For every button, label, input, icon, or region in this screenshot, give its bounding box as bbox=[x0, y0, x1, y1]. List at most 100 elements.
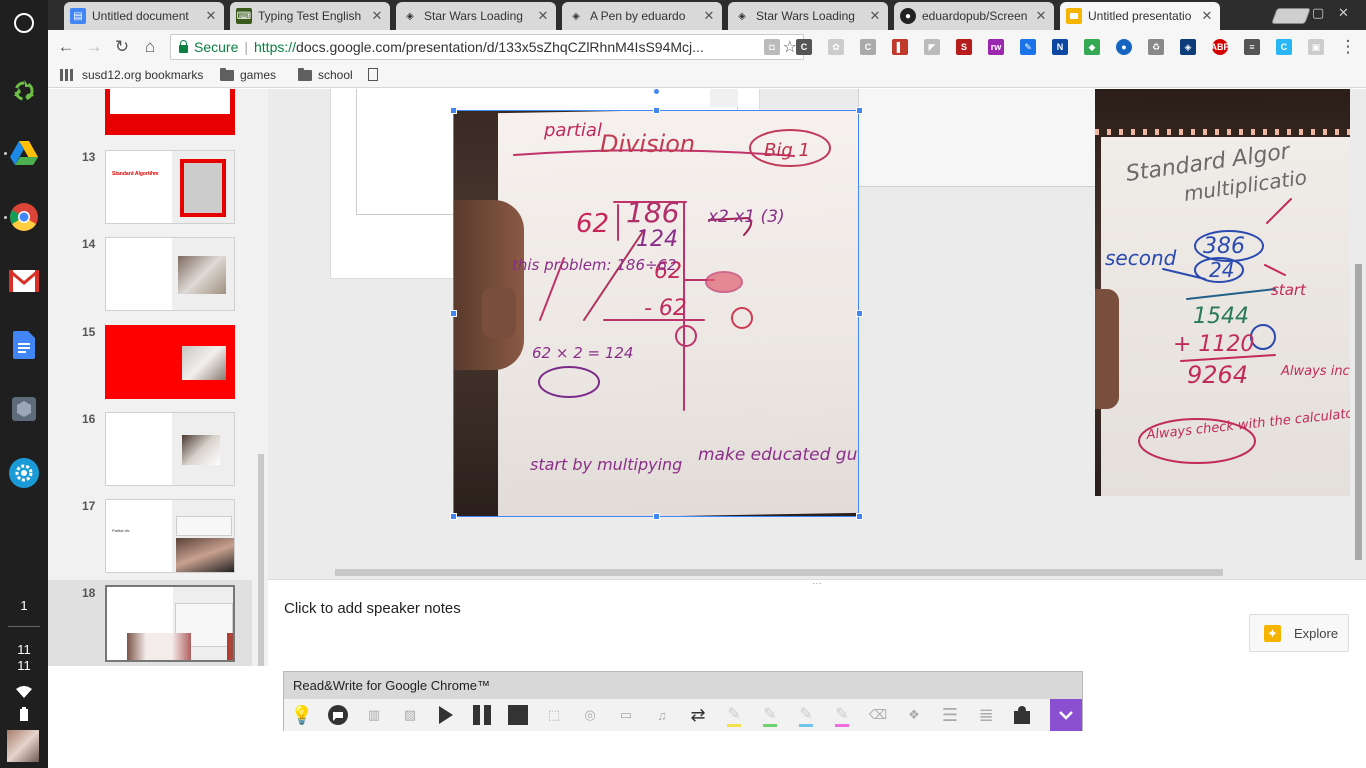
colorful-extension-icon[interactable]: ◆ bbox=[1084, 39, 1100, 55]
slide-canvas[interactable]: partial Division Big 1 62 186 124 62 - 6… bbox=[268, 89, 1366, 579]
close-icon[interactable]: ✕ bbox=[1034, 8, 1048, 24]
home-icon[interactable]: ⌂ bbox=[140, 37, 160, 57]
resize-grip-icon[interactable]: ··· bbox=[812, 578, 822, 589]
launcher-button[interactable] bbox=[14, 13, 34, 33]
settings-icon[interactable] bbox=[8, 457, 40, 489]
bookmark-folder-school[interactable]: school bbox=[298, 67, 353, 82]
slide-thumbnail-17[interactable]: 17 Partial div bbox=[48, 499, 252, 579]
bookmark-apps[interactable]: susd12.org bookmarks bbox=[60, 68, 203, 82]
talk-and-type-icon[interactable] bbox=[326, 703, 350, 727]
slide-thumbnail-15[interactable]: 15 bbox=[48, 325, 252, 405]
list-extension-icon[interactable]: ≡ bbox=[1244, 39, 1260, 55]
pause-icon[interactable] bbox=[470, 703, 494, 727]
recycle-extension-icon[interactable]: ♻ bbox=[1148, 39, 1164, 55]
shield-extension-icon[interactable]: ◈ bbox=[1180, 39, 1196, 55]
speaker-notes-placeholder[interactable]: Click to add speaker notes bbox=[284, 600, 461, 617]
resize-handle-top-right[interactable] bbox=[856, 107, 863, 114]
tab-star-wars-loading[interactable]: ◈ Star Wars Loading ✕ bbox=[396, 2, 556, 30]
play-icon[interactable] bbox=[434, 703, 458, 727]
maximize-icon[interactable]: ▢ bbox=[1312, 5, 1324, 21]
wifi-icon[interactable] bbox=[8, 682, 40, 702]
chrome-icon[interactable] bbox=[8, 201, 40, 233]
highlighter-extension-icon[interactable]: ✎ bbox=[1020, 39, 1036, 55]
bookmark-folder-games[interactable]: games bbox=[220, 67, 276, 82]
c-grey-extension-icon[interactable]: C bbox=[860, 39, 876, 55]
bookmark-star-icon[interactable]: ☆ bbox=[783, 37, 797, 57]
rw-extension-icon[interactable]: rw bbox=[988, 39, 1004, 55]
highlighter-yellow-icon[interactable]: ✎ bbox=[722, 703, 746, 727]
picture-dictionary-icon[interactable]: ▨ bbox=[398, 703, 422, 727]
tab-github-eduardopub[interactable]: ● eduardopub/Screen ✕ bbox=[894, 2, 1054, 30]
battery-icon[interactable] bbox=[8, 704, 40, 724]
resize-handle-right[interactable] bbox=[856, 310, 863, 317]
cast-extension-icon[interactable]: ▣ bbox=[1308, 39, 1324, 55]
c-blue-extension-icon[interactable]: C bbox=[1276, 39, 1292, 55]
avatar[interactable] bbox=[7, 730, 39, 762]
resize-handle-left[interactable] bbox=[450, 310, 457, 317]
dictionary-icon[interactable]: ▥ bbox=[362, 703, 386, 727]
voice-note-icon[interactable] bbox=[1010, 703, 1034, 727]
simplify-icon[interactable]: ≣ bbox=[974, 703, 998, 727]
reload-icon[interactable]: ↻ bbox=[112, 37, 132, 57]
s-extension-icon[interactable]: S bbox=[956, 39, 972, 55]
tab-untitled-document[interactable]: ▤ Untitled document ✕ bbox=[64, 2, 224, 30]
readwrite-title[interactable]: Read&Write for Google Chrome™ bbox=[284, 672, 1082, 699]
highlighter-green-icon[interactable]: ✎ bbox=[758, 703, 782, 727]
app-box-icon[interactable] bbox=[8, 393, 40, 425]
google-drive-icon[interactable] bbox=[8, 137, 40, 169]
book-extension-icon[interactable]: ▌ bbox=[892, 39, 908, 55]
clock-hour[interactable]: 11 bbox=[0, 642, 48, 657]
clock-minute[interactable]: 11 bbox=[0, 658, 48, 673]
speaker-notes-panel[interactable]: ··· Click to add speaker notes ✦ Explore bbox=[268, 578, 1366, 666]
filmstrip-scrollbar[interactable] bbox=[258, 454, 264, 666]
slide-thumbnail-13[interactable]: 13 Standard Algorithm bbox=[48, 150, 252, 230]
readwrite-menu-button[interactable] bbox=[1050, 699, 1082, 731]
collect-highlights-icon[interactable]: ❖ bbox=[902, 703, 926, 727]
prediction-icon[interactable]: 💡 bbox=[290, 703, 314, 727]
resize-handle-top-left[interactable] bbox=[450, 107, 457, 114]
multiplication-photo[interactable]: Standard Algor multiplicatio 386 24 seco… bbox=[1095, 89, 1350, 496]
gmail-icon[interactable] bbox=[8, 265, 40, 297]
recycle-app-icon[interactable] bbox=[8, 74, 40, 106]
audio-maker-icon[interactable]: ◎ bbox=[578, 703, 602, 727]
back-icon[interactable]: ← bbox=[56, 37, 76, 57]
close-icon[interactable]: ✕ bbox=[536, 8, 550, 24]
slide-thumbnail-18[interactable]: 18 bbox=[48, 580, 252, 666]
microphone-extension-icon[interactable]: ● bbox=[1116, 39, 1132, 55]
google-docs-icon[interactable] bbox=[8, 329, 40, 361]
news-extension-icon[interactable]: N bbox=[1052, 39, 1068, 55]
adblock-extension-icon[interactable]: ABP bbox=[1211, 39, 1230, 55]
slide-thumbnail-12[interactable] bbox=[48, 89, 252, 135]
slide-thumbnail-16[interactable]: 16 bbox=[48, 412, 252, 492]
puzzle-extension-icon[interactable]: ✿ bbox=[828, 39, 844, 55]
explore-button[interactable]: ✦ Explore bbox=[1249, 614, 1349, 652]
camera-extension-icon[interactable]: ◘ bbox=[764, 39, 780, 55]
close-icon[interactable]: ✕ bbox=[702, 8, 716, 24]
flag-extension-icon[interactable]: ◤ bbox=[924, 39, 940, 55]
screen-select-icon[interactable]: ⬚ bbox=[542, 703, 566, 727]
tab-typing-test[interactable]: ⌨ Typing Test English ✕ bbox=[230, 2, 390, 30]
resize-handle-top[interactable] bbox=[653, 107, 660, 114]
minimize-icon[interactable]: — bbox=[1288, 5, 1301, 20]
rotate-handle[interactable] bbox=[654, 89, 659, 94]
close-window-icon[interactable]: ✕ bbox=[1338, 5, 1349, 21]
address-bar[interactable]: Secure | https:// docs.google.com/presen… bbox=[170, 34, 804, 60]
tab-untitled-presentation[interactable]: Untitled presentatio ✕ bbox=[1060, 2, 1220, 30]
clear-highlights-icon[interactable]: ⌫ bbox=[866, 703, 890, 727]
resize-handle-bottom[interactable] bbox=[653, 513, 660, 520]
c-extension-icon[interactable]: C bbox=[796, 39, 812, 55]
resize-handle-bottom-left[interactable] bbox=[450, 513, 457, 520]
resize-handle-bottom-right[interactable] bbox=[856, 513, 863, 520]
forward-icon[interactable]: → bbox=[84, 37, 104, 57]
shuffle-icon[interactable]: ⇄ bbox=[686, 703, 710, 727]
close-icon[interactable]: ✕ bbox=[204, 8, 218, 24]
vocabulary-list-icon[interactable]: ☰ bbox=[938, 703, 962, 727]
highlighter-blue-icon[interactable]: ✎ bbox=[794, 703, 818, 727]
close-icon[interactable]: ✕ bbox=[1200, 8, 1214, 24]
close-icon[interactable]: ✕ bbox=[370, 8, 384, 24]
text-placeholder-box[interactable] bbox=[858, 89, 1098, 187]
bookmark-page[interactable] bbox=[368, 68, 378, 81]
menu-icon[interactable]: ⋮ bbox=[1338, 37, 1358, 57]
headphones-icon[interactable]: ♫ bbox=[650, 703, 674, 727]
highlighter-pink-icon[interactable]: ✎ bbox=[830, 703, 854, 727]
